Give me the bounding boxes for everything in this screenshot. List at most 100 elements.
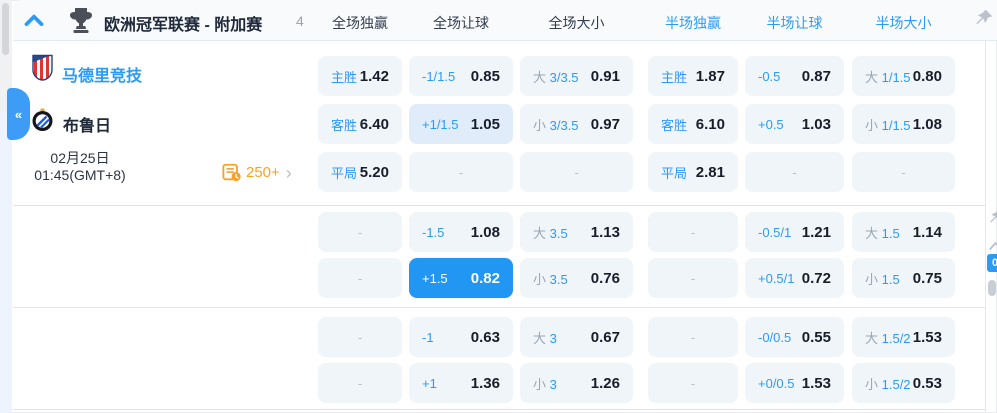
odds-label: -1	[422, 329, 434, 345]
markets-list-icon	[222, 163, 241, 182]
column-header-half-hcp: 半场让球	[766, 15, 823, 31]
odds-value: 0.91	[590, 67, 620, 85]
empty-odds-placeholder: -	[357, 270, 363, 286]
column-header-full-ou: 全场大小	[548, 15, 605, 31]
odds-label: 大 3	[533, 330, 557, 346]
pin-match-button[interactable]	[974, 8, 994, 28]
odds-cell-r7-c3[interactable]: 小 3 1.26	[520, 363, 633, 403]
odds-label: +1/1.5	[422, 116, 459, 132]
empty-odds-placeholder: -	[357, 224, 363, 240]
odds-cell-r3-c4[interactable]: 平局 2.81	[648, 152, 738, 192]
odds-cell-r7-c6[interactable]: 小 1.5/2 0.53	[852, 363, 955, 403]
odds-label: +0.5/1	[758, 270, 795, 286]
odds-value: 0.76	[590, 269, 620, 287]
left-rail-bottom	[0, 112, 12, 413]
odds-value: 1.53	[912, 328, 942, 346]
odds-label: -1.5	[422, 224, 445, 240]
odds-cell-r5-c5[interactable]: +0.5/1 0.72	[745, 258, 844, 298]
odds-cell-r2-c2[interactable]: +1/1.5 1.05	[409, 104, 513, 144]
more-markets-link[interactable]: 250+ ›	[222, 163, 292, 182]
odds-cell-r4-c6[interactable]: 大 1.5 1.14	[852, 212, 955, 252]
group-divider	[13, 409, 985, 410]
odds-cell-r6-c2[interactable]: -1 0.63	[409, 317, 513, 357]
empty-odds-placeholder: -	[574, 164, 579, 180]
odds-value: 0.97	[590, 115, 620, 133]
empty-odds-placeholder: -	[792, 164, 797, 180]
odds-cell-r5-c2[interactable]: +1.5 0.82	[409, 258, 513, 298]
odds-cell-r6-c6[interactable]: 大 1.5/2 1.53	[852, 317, 955, 357]
odds-value: 0.87	[801, 67, 831, 85]
odds-value: 1.08	[912, 115, 942, 133]
odds-cell-r7-c4: -	[648, 363, 738, 403]
odds-label: 小 1.5	[865, 271, 900, 287]
odds-label: +0.5	[758, 116, 784, 132]
chevron-up-icon	[24, 14, 44, 27]
odds-cell-r2-c1[interactable]: 客胜 6.40	[318, 104, 402, 144]
collapse-section-button[interactable]	[24, 12, 44, 28]
edge-scrollbar-thumb[interactable]	[988, 280, 996, 296]
odds-label: 小 1/1.5	[865, 117, 911, 133]
edge-pin-icon[interactable]	[988, 208, 997, 226]
odds-label: -1/1.5	[422, 68, 456, 84]
odds-label: 平局	[661, 165, 688, 181]
odds-cell-r6-c3[interactable]: 大 3 0.67	[520, 317, 633, 357]
pushpin-icon	[976, 9, 993, 25]
odds-cell-r5-c6[interactable]: 小 1.5 0.75	[852, 258, 955, 298]
odds-value: 0.80	[912, 67, 942, 85]
odds-cell-r4-c3[interactable]: 大 3.5 1.13	[520, 212, 633, 252]
edge-stats-icon[interactable]	[988, 234, 997, 252]
odds-cell-r1-c6[interactable]: 大 1/1.5 0.80	[852, 56, 955, 96]
odds-cell-r1-c5[interactable]: -0.5 0.87	[745, 56, 844, 96]
odds-value: 1.05	[470, 115, 500, 133]
odds-cell-r1-c2[interactable]: -1/1.5 0.85	[409, 56, 513, 96]
odds-cell-r2-c3[interactable]: 小 3/3.5 0.97	[520, 104, 633, 144]
odds-cell-r1-c4[interactable]: 主胜 1.87	[648, 56, 738, 96]
odds-value: 6.10	[695, 115, 725, 133]
collapse-chevrons-icon: «	[14, 106, 23, 122]
odds-value: 1.26	[590, 374, 620, 392]
empty-odds-placeholder: -	[690, 270, 696, 286]
odds-cell-r7-c2[interactable]: +1 1.36	[409, 363, 513, 403]
odds-value: 0.85	[470, 67, 500, 85]
odds-cell-r4-c5[interactable]: -0.5/1 1.21	[745, 212, 844, 252]
odds-cell-r4-c2[interactable]: -1.5 1.08	[409, 212, 513, 252]
empty-odds-placeholder: -	[901, 164, 906, 180]
empty-odds-placeholder: -	[690, 329, 696, 345]
odds-value: 1.13	[590, 223, 620, 241]
odds-cell-r2-c6[interactable]: 小 1/1.5 1.08	[852, 104, 955, 144]
odds-cell-r2-c5[interactable]: +0.5 1.03	[745, 104, 844, 144]
odds-value: 1.21	[801, 223, 831, 241]
column-header-half-ou: 半场大小	[875, 15, 932, 31]
odds-cell-r6-c4: -	[648, 317, 738, 357]
odds-label: +1.5	[422, 270, 448, 286]
odds-cell-r5-c4: -	[648, 258, 738, 298]
odds-cell-r1-c3[interactable]: 大 3/3.5 0.91	[520, 56, 633, 96]
odds-label: -0.5/1	[758, 224, 792, 240]
odds-value: 6.40	[359, 115, 389, 133]
odds-label: 客胜	[331, 117, 358, 133]
match-time: 01:45(GMT+8)	[34, 167, 126, 183]
left-scrollbar-thumb[interactable]	[2, 3, 9, 55]
odds-value: 0.55	[801, 328, 831, 346]
odds-cell-r1-c1[interactable]: 主胜 1.42	[318, 56, 402, 96]
odds-cell-r2-c4[interactable]: 客胜 6.10	[648, 104, 738, 144]
odds-cell-r3-c3: -	[520, 152, 633, 192]
odds-cell-r5-c1: -	[318, 258, 402, 298]
odds-label: 大 1.5/2	[865, 330, 911, 346]
odds-board: « 欧洲冠军联赛 - 附加赛 4 全场独赢 全场让球 全场大小 半场独赢 半场让…	[0, 0, 997, 413]
odds-cell-r4-c4: -	[648, 212, 738, 252]
odds-cell-r5-c3[interactable]: 小 3.5 0.76	[520, 258, 633, 298]
chevron-right-icon: ›	[285, 162, 292, 183]
group-divider	[13, 307, 985, 308]
odds-cell-r7-c5[interactable]: +0/0.5 1.53	[745, 363, 844, 403]
odds-cell-r6-c5[interactable]: -0/0.5 0.55	[745, 317, 844, 357]
odds-value: 1.42	[359, 67, 389, 85]
odds-value: 2.81	[695, 163, 725, 181]
odds-cell-r3-c6: -	[852, 152, 955, 192]
odds-label: 大 3.5	[533, 225, 568, 241]
sidebar-collapse-tab[interactable]: «	[7, 88, 30, 140]
match-date: 02月25日	[50, 150, 110, 166]
odds-value: 0.53	[912, 374, 942, 392]
odds-label: 小 3/3.5	[533, 117, 579, 133]
odds-cell-r3-c1[interactable]: 平局 5.20	[318, 152, 402, 192]
